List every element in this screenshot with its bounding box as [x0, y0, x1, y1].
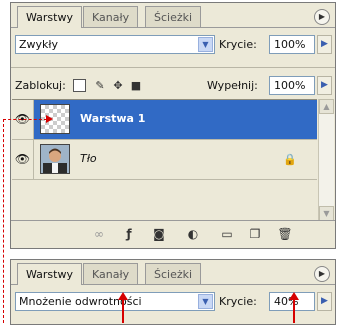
- annotation-line: [3, 119, 47, 120]
- panel-tabbar: Warstwy Kanały Ścieżki ▶: [11, 3, 335, 28]
- link-icon[interactable]: ∞: [91, 226, 107, 242]
- tab-layers[interactable]: Warstwy: [17, 263, 82, 285]
- portrait-thumbnail: [40, 144, 70, 174]
- opacity-label: Krycie:: [219, 295, 257, 308]
- fill-label: Wypełnij:: [207, 79, 258, 92]
- lock-move-icon[interactable]: ✥: [111, 79, 125, 93]
- panel-menu-icon[interactable]: ▶: [314, 9, 330, 25]
- layers-panel-top: Warstwy Kanały Ścieżki ▶ Zwykły ▼ Krycie…: [10, 2, 336, 249]
- opacity-stepper-icon[interactable]: ▶: [317, 292, 332, 311]
- tab-channels[interactable]: Kanały: [83, 263, 139, 284]
- fill-stepper-icon[interactable]: ▶: [317, 76, 332, 95]
- annotation-line: [122, 299, 124, 323]
- scroll-down-icon[interactable]: ▼: [319, 206, 334, 221]
- opacity-label: Krycie:: [219, 38, 257, 51]
- layer-row-tlo[interactable]: 👁 Tło 🔒: [12, 140, 317, 180]
- panel-tabbar: Warstwy Kanały Ścieżki ▶: [11, 260, 335, 285]
- visibility-eye-icon[interactable]: 👁: [12, 140, 34, 179]
- tab-layers[interactable]: Warstwy: [17, 6, 82, 28]
- lock-all-icon[interactable]: ■: [129, 79, 143, 93]
- layers-scrollbar[interactable]: ▲ ▼: [318, 99, 334, 221]
- divider: [11, 67, 335, 68]
- opacity-field[interactable]: 100%: [269, 35, 315, 54]
- annotation-line: [293, 299, 295, 323]
- chevron-down-icon[interactable]: ▼: [198, 294, 213, 309]
- scroll-up-icon[interactable]: ▲: [319, 99, 334, 114]
- opacity-stepper-icon[interactable]: ▶: [317, 35, 332, 54]
- layers-list: 👁 Warstwa 1 👁 Tło 🔒: [12, 99, 317, 222]
- lock-transparent-icon[interactable]: [73, 79, 86, 92]
- lock-paint-icon[interactable]: ✎: [93, 79, 107, 93]
- new-layer-icon[interactable]: ❐: [247, 226, 263, 242]
- chevron-down-icon[interactable]: ▼: [198, 37, 213, 52]
- annotation-arrow-icon: [289, 292, 299, 300]
- annotation-arrow-icon: [118, 292, 128, 300]
- layers-panel-bottom: Warstwy Kanały Ścieżki ▶ Mnożenie odwrot…: [10, 259, 336, 325]
- fill-field[interactable]: 100%: [269, 76, 315, 95]
- trash-icon[interactable]: 🗑: [277, 226, 293, 242]
- blend-mode-value: Zwykły: [19, 38, 59, 51]
- layer-row-warstwa-1[interactable]: 👁 Warstwa 1: [12, 100, 317, 140]
- mask-icon[interactable]: ◙: [151, 226, 167, 242]
- tab-paths[interactable]: Ścieżki: [145, 263, 202, 284]
- lock-label: Zablokuj:: [15, 79, 66, 92]
- annotation-arrow-icon: [46, 115, 53, 123]
- layer-style-icon[interactable]: ƒ: [121, 226, 137, 242]
- annotation-line: [3, 119, 4, 323]
- blend-mode-select[interactable]: Zwykły ▼: [15, 35, 215, 54]
- blend-mode-select[interactable]: Mnożenie odwrotności ▼: [15, 292, 215, 311]
- layer-name: Warstwa 1: [80, 112, 146, 125]
- tab-paths[interactable]: Ścieżki: [145, 6, 202, 27]
- adjustment-icon[interactable]: ◐: [185, 226, 201, 242]
- lock-icon: 🔒: [283, 153, 297, 166]
- panel-menu-icon[interactable]: ▶: [314, 266, 330, 282]
- layers-toolbar: ∞ ƒ ◙ ◐ ▭ ❐ 🗑: [11, 220, 335, 248]
- tab-channels[interactable]: Kanały: [83, 6, 139, 27]
- group-icon[interactable]: ▭: [219, 226, 235, 242]
- layer-name: Tło: [80, 152, 97, 165]
